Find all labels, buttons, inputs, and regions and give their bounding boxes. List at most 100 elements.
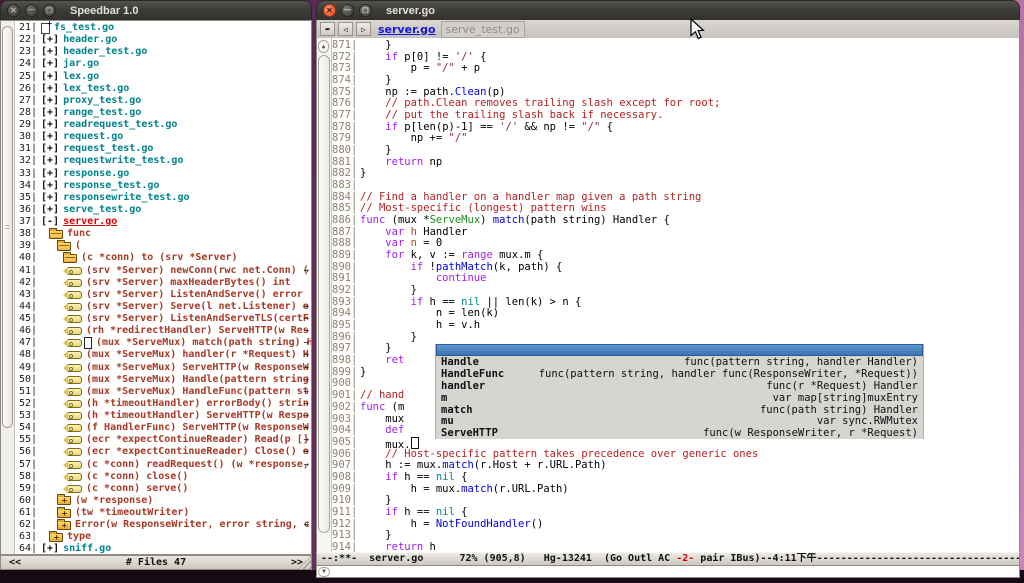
tree-item-label[interactable]: (srv *Server) ListenAndServeTLS(certF bbox=[86, 313, 309, 325]
tree-file-item[interactable]: 28|[+]range_test.go bbox=[15, 107, 311, 119]
tag-icon[interactable] bbox=[67, 339, 82, 347]
open-folder-icon[interactable] bbox=[57, 242, 71, 251]
expand-toggle-icon[interactable]: [+] bbox=[41, 204, 59, 216]
tree-item-label[interactable]: header_test.go bbox=[63, 46, 147, 58]
tree-file-item[interactable]: 27|[+]proxy_test.go bbox=[15, 95, 311, 107]
tree-item-label[interactable]: (rh *redirectHandler) ServeHTTP(w Res bbox=[86, 325, 309, 337]
tag-icon[interactable] bbox=[67, 388, 82, 396]
tree-tag-item[interactable]: 43|(srv *Server) ListenAndServe() error bbox=[15, 289, 311, 301]
tree-file-item[interactable]: 23|[+]header_test.go bbox=[15, 46, 311, 58]
tree-tag-item[interactable]: 45|(srv *Server) ListenAndServeTLS(certF… bbox=[15, 313, 311, 325]
tree-tag-item[interactable]: 41|(srv *Server) newConn(rwc net.Conn) (… bbox=[15, 265, 311, 277]
tree-file-item[interactable]: 33|[+]response.go bbox=[15, 168, 311, 180]
tag-icon[interactable] bbox=[67, 376, 82, 384]
expand-toggle-icon[interactable]: [+] bbox=[41, 543, 59, 554]
expand-toggle-icon[interactable]: [+] bbox=[41, 155, 59, 167]
tree-tag-item[interactable]: 54|(f HandlerFunc) ServeHTTP(w ResponseW… bbox=[15, 422, 311, 434]
minibuffer[interactable]: ▼ bbox=[316, 566, 1020, 578]
tree-item-label[interactable]: (c *conn) readRequest() (w *response, bbox=[86, 459, 309, 471]
tree-item-label[interactable]: (c *conn) close() bbox=[86, 471, 188, 483]
open-file-icon[interactable] bbox=[41, 23, 50, 34]
tag-icon[interactable] bbox=[67, 315, 82, 323]
tree-item-label[interactable]: responsewrite_test.go bbox=[63, 192, 189, 204]
tag-icon[interactable] bbox=[67, 279, 82, 287]
tree-item-label[interactable]: response.go bbox=[63, 168, 129, 180]
tree-tag-item[interactable]: 46|(rh *redirectHandler) ServeHTTP(w Res… bbox=[15, 325, 311, 337]
tree-item-label[interactable]: (srv *Server) Serve(l net.Listener) e bbox=[86, 301, 309, 313]
tree-file-item[interactable]: 32|[+]requestwrite_test.go bbox=[15, 155, 311, 167]
tree-item-label[interactable]: request.go bbox=[63, 131, 123, 143]
tag-icon[interactable] bbox=[67, 400, 82, 408]
tree-item-label[interactable]: (tw *timeoutWriter) bbox=[75, 507, 189, 519]
tree-item-label[interactable]: jar.go bbox=[63, 58, 99, 70]
tag-icon[interactable] bbox=[67, 436, 82, 444]
tag-icon[interactable] bbox=[67, 291, 82, 299]
expand-toggle-icon[interactable]: [+] bbox=[41, 71, 59, 83]
tree-item-label[interactable]: requestwrite_test.go bbox=[63, 155, 183, 167]
tag-icon[interactable] bbox=[67, 303, 82, 311]
tree-item-label[interactable]: lex.go bbox=[63, 71, 99, 83]
tab-back-button[interactable] bbox=[338, 22, 353, 36]
expand-toggle-icon[interactable]: [+] bbox=[41, 180, 59, 192]
minimize-icon[interactable] bbox=[25, 4, 38, 17]
tree-file-item[interactable]: 64|[+]sniff.go bbox=[15, 543, 311, 554]
tree-file-item[interactable]: 21|fs_test.go bbox=[15, 22, 311, 34]
tag-icon[interactable] bbox=[67, 351, 82, 359]
tab-server.go[interactable]: server.go bbox=[374, 22, 440, 37]
code-buffer[interactable]: 871| }872| if p[0] != '/' {873| p = "/" … bbox=[332, 38, 1019, 552]
tree-tag-item[interactable]: 44|(srv *Server) Serve(l net.Listener) e… bbox=[15, 301, 311, 313]
tree-item-label[interactable]: readrequest_test.go bbox=[63, 119, 177, 131]
completion-item[interactable]: muvar sync.RWMutex bbox=[436, 415, 923, 427]
tree-file-item[interactable]: 37|[-]server.go bbox=[15, 216, 311, 228]
tree-tag-item[interactable]: 53|(h *timeoutHandler) ServeHTTP(w Respo… bbox=[15, 410, 311, 422]
tree-file-item[interactable]: 22|[+]header.go bbox=[15, 34, 311, 46]
tab-forward-button[interactable] bbox=[356, 22, 371, 36]
tree-tag-item[interactable]: 60|(w *response) bbox=[15, 495, 311, 507]
tag-icon[interactable] bbox=[67, 485, 82, 493]
tree-tag-item[interactable]: 52|(h *timeoutHandler) errorBody() strin… bbox=[15, 398, 311, 410]
tree-tag-item[interactable]: 39|( bbox=[15, 240, 311, 252]
tree-item-label[interactable]: request_test.go bbox=[63, 143, 153, 155]
tree-tag-item[interactable]: 42|(srv *Server) maxHeaderBytes() int bbox=[15, 277, 311, 289]
tree-item-label[interactable]: (h *timeoutHandler) ServeHTTP(w Respo bbox=[86, 410, 309, 422]
editor-scrollbar[interactable]: ▲ bbox=[317, 38, 332, 552]
tree-item-label[interactable]: sniff.go bbox=[63, 543, 111, 554]
minimize-icon[interactable] bbox=[341, 4, 354, 17]
scrollbar-down-icon[interactable]: ▼ bbox=[318, 567, 330, 577]
tag-icon[interactable] bbox=[67, 364, 82, 372]
tree-tag-item[interactable]: 61|(tw *timeoutWriter) bbox=[15, 507, 311, 519]
tree-item-label[interactable]: serve_test.go bbox=[63, 204, 141, 216]
tree-tag-item[interactable]: 62|Error(w ResponseWriter, error string,… bbox=[15, 519, 311, 531]
expand-toggle-icon[interactable]: [+] bbox=[41, 46, 59, 58]
tree-item-label[interactable]: (c *conn) serve() bbox=[86, 483, 188, 495]
tree-item-label[interactable]: func bbox=[67, 228, 91, 240]
tag-icon[interactable] bbox=[67, 448, 82, 456]
expand-toggle-icon[interactable]: [+] bbox=[41, 58, 59, 70]
tree-file-item[interactable]: 35|[+]responsewrite_test.go bbox=[15, 192, 311, 204]
tree-tag-item[interactable]: 57|(c *conn) readRequest() (w *response,… bbox=[15, 459, 311, 471]
tree-tag-item[interactable]: 55|(ecr *expectContinueReader) Read(p []… bbox=[15, 434, 311, 446]
tree-file-item[interactable]: 30|[+]request.go bbox=[15, 131, 311, 143]
tree-item-label[interactable]: Error(w ResponseWriter, error string, c bbox=[75, 519, 310, 531]
expand-toggle-icon[interactable]: [+] bbox=[41, 119, 59, 131]
open-folder-icon[interactable] bbox=[49, 230, 63, 239]
tree-file-item[interactable]: 26|[+]lex_test.go bbox=[15, 83, 311, 95]
tree-item-label[interactable]: (srv *Server) maxHeaderBytes() int bbox=[86, 277, 291, 289]
expand-toggle-icon[interactable]: [+] bbox=[41, 143, 59, 155]
tree-tag-item[interactable]: 47|(mux *ServeMux) match(path string) Ha… bbox=[15, 337, 311, 349]
completion-item[interactable]: handlerfunc(r *Request) Handler bbox=[436, 380, 923, 392]
speedbar-scrollbar[interactable] bbox=[1, 21, 15, 554]
expand-toggle-icon[interactable]: [+] bbox=[41, 131, 59, 143]
tree-tag-item[interactable]: 38|func bbox=[15, 228, 311, 240]
tree-file-item[interactable]: 36|[+]serve_test.go bbox=[15, 204, 311, 216]
closed-folder-icon[interactable] bbox=[57, 496, 71, 505]
tree-tag-item[interactable]: 56|(ecr *expectContinueReader) Close() e… bbox=[15, 446, 311, 458]
tag-icon[interactable] bbox=[67, 412, 82, 420]
completion-item[interactable]: Handlefunc(pattern string, handler Handl… bbox=[436, 356, 923, 368]
tree-item-label[interactable]: (mux *ServeMux) handler(r *Request) H bbox=[86, 349, 309, 361]
tree-item-label[interactable]: proxy_test.go bbox=[63, 95, 141, 107]
tree-tag-item[interactable]: 48|(mux *ServeMux) handler(r *Request) H… bbox=[15, 349, 311, 361]
scroll-left-button[interactable]: << bbox=[9, 557, 21, 568]
tree-item-label[interactable]: (c *conn) to (srv *Server) bbox=[81, 252, 238, 264]
speedbar-titlebar[interactable]: Speedbar 1.0 bbox=[0, 0, 312, 20]
